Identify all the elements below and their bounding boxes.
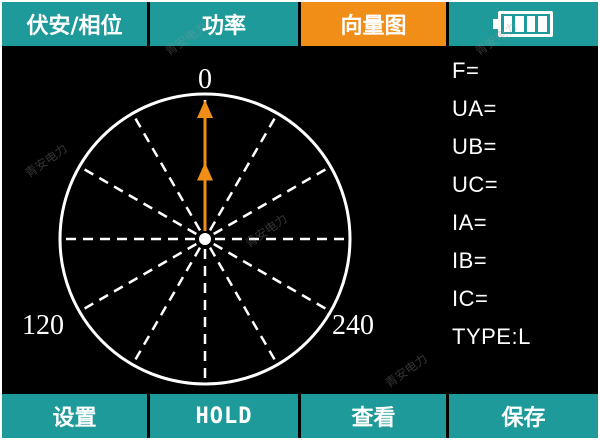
bottom-button-bar: 设置 HOLD 查看 保存 bbox=[2, 394, 598, 438]
tab-vector-diagram[interactable]: 向量图 bbox=[301, 2, 449, 46]
battery-status bbox=[449, 2, 598, 46]
readout-ua: UA= bbox=[452, 96, 497, 121]
spoke-60 bbox=[213, 165, 332, 236]
button-label: HOLD bbox=[195, 403, 253, 429]
readout-ic: IC= bbox=[452, 286, 489, 311]
center-dot bbox=[199, 233, 211, 245]
spoke-210 bbox=[131, 247, 202, 366]
vector-diagram: 0 120 240 bbox=[2, 46, 402, 394]
settings-button[interactable]: 设置 bbox=[2, 394, 150, 438]
tab-label: 向量图 bbox=[340, 14, 407, 39]
readout-frequency: F= bbox=[452, 58, 480, 83]
battery-icon bbox=[492, 11, 555, 37]
angle-label-240: 240 bbox=[332, 310, 374, 341]
spoke-30 bbox=[208, 112, 279, 231]
vector-diagram-canvas: 0 120 240 bbox=[22, 64, 374, 386]
vector-arrowhead-1 bbox=[197, 162, 213, 181]
view-button[interactable]: 查看 bbox=[301, 394, 449, 438]
readout-ub: UB= bbox=[452, 134, 497, 159]
spoke-150 bbox=[208, 247, 279, 366]
spoke-120 bbox=[213, 242, 332, 313]
top-tab-bar: 伏安/相位 功率 向量图 bbox=[2, 2, 598, 46]
angle-label-120: 120 bbox=[22, 310, 64, 341]
readout-ia: IA= bbox=[452, 210, 488, 235]
tab-label: 功率 bbox=[201, 14, 246, 39]
meter-screen: 伏安/相位 功率 向量图 0 120 240 F= UA= UB= UC= IA… bbox=[2, 2, 598, 438]
phasor-vectors bbox=[197, 100, 213, 231]
spoke-240 bbox=[78, 242, 197, 313]
button-label: 设置 bbox=[52, 406, 97, 431]
readout-type: TYPE:L bbox=[452, 324, 531, 349]
tab-label: 伏安/相位 bbox=[26, 14, 123, 39]
button-label: 保存 bbox=[501, 406, 546, 431]
save-button[interactable]: 保存 bbox=[449, 394, 598, 438]
tab-power[interactable]: 功率 bbox=[150, 2, 301, 46]
spoke-300 bbox=[78, 165, 197, 236]
measurement-readout: F= UA= UB= UC= IA= IB= IC= TYPE:L bbox=[406, 46, 598, 394]
readout-uc: UC= bbox=[452, 172, 499, 197]
readout-ib: IB= bbox=[452, 248, 488, 273]
tab-voltage-phase[interactable]: 伏安/相位 bbox=[2, 2, 150, 46]
vector-arrowhead-0 bbox=[197, 100, 213, 118]
angle-label-0: 0 bbox=[198, 64, 212, 95]
button-label: 查看 bbox=[351, 406, 396, 431]
hold-button[interactable]: HOLD bbox=[150, 394, 301, 438]
spoke-330 bbox=[131, 112, 202, 231]
